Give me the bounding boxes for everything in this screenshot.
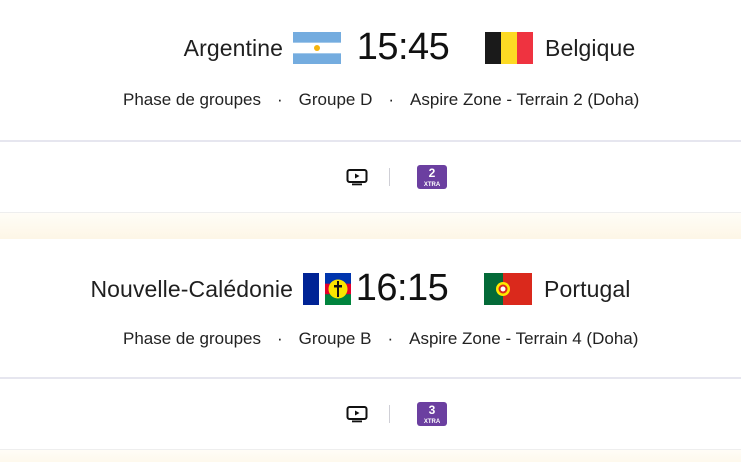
broadcast-divider — [389, 168, 390, 186]
home-team[interactable]: Argentine — [184, 26, 341, 70]
away-team[interactable]: Portugal — [484, 267, 630, 311]
kickoff-time: 15:45 — [356, 26, 450, 68]
channel-suffix: XTRA — [424, 182, 441, 188]
match-group: Groupe D — [298, 90, 373, 109]
meta-separator: · — [388, 90, 395, 109]
broadcast-row: 2 XTRA — [0, 142, 741, 212]
portugal-flag-icon — [484, 273, 532, 305]
meta-separator: · — [277, 90, 283, 109]
home-team-name: Nouvelle-Calédonie — [90, 275, 293, 302]
new-caledonia-flag-icon — [303, 273, 351, 305]
match-meta: Phase de groupes · Groupe D · Aspire Zon… — [0, 90, 741, 112]
home-team-name: Argentine — [183, 34, 283, 61]
match-venue: Aspire Zone - Terrain 4 (Doha) — [409, 329, 639, 348]
match-meta: Phase de groupes · Groupe B · Aspire Zon… — [0, 329, 741, 351]
meta-separator: · — [277, 329, 283, 348]
channel-badge-icon[interactable]: 2 XTRA — [417, 165, 447, 189]
score-row: Argentine 15:45 Belgique — [0, 26, 741, 70]
channel-badge-icon[interactable]: 3 XTRA — [417, 402, 447, 426]
argentina-flag-icon — [293, 32, 341, 64]
away-team-name: Portugal — [544, 275, 631, 302]
card-gap — [0, 213, 741, 239]
match-card[interactable]: Argentine 15:45 Belgique Phase de groupe… — [0, 0, 741, 213]
match-summary[interactable]: Argentine 15:45 Belgique Phase de groupe… — [0, 0, 741, 142]
broadcast-divider — [389, 405, 390, 423]
away-team-name: Belgique — [545, 34, 636, 61]
match-card[interactable]: Nouvelle-Calédonie 16:15 Portugal Phase … — [0, 239, 741, 450]
channel-number: 2 — [429, 166, 436, 180]
home-team[interactable]: Nouvelle-Calédonie — [90, 267, 351, 311]
card-gap — [0, 450, 741, 462]
belgium-flag-icon — [485, 32, 533, 64]
tv-icon[interactable] — [346, 168, 368, 186]
match-phase: Phase de groupes — [123, 329, 261, 348]
match-summary[interactable]: Nouvelle-Calédonie 16:15 Portugal Phase … — [0, 239, 741, 379]
channel-suffix: XTRA — [424, 419, 441, 425]
match-group: Groupe B — [298, 329, 372, 348]
away-team[interactable]: Belgique — [485, 26, 635, 70]
tv-icon[interactable] — [346, 405, 368, 423]
kickoff-time: 16:15 — [355, 267, 449, 309]
score-row: Nouvelle-Calédonie 16:15 Portugal — [0, 267, 741, 311]
meta-separator: · — [387, 329, 394, 348]
channel-number: 3 — [429, 403, 436, 417]
match-venue: Aspire Zone - Terrain 2 (Doha) — [410, 90, 640, 109]
match-phase: Phase de groupes — [123, 90, 261, 109]
broadcast-row: 3 XTRA — [0, 379, 741, 449]
